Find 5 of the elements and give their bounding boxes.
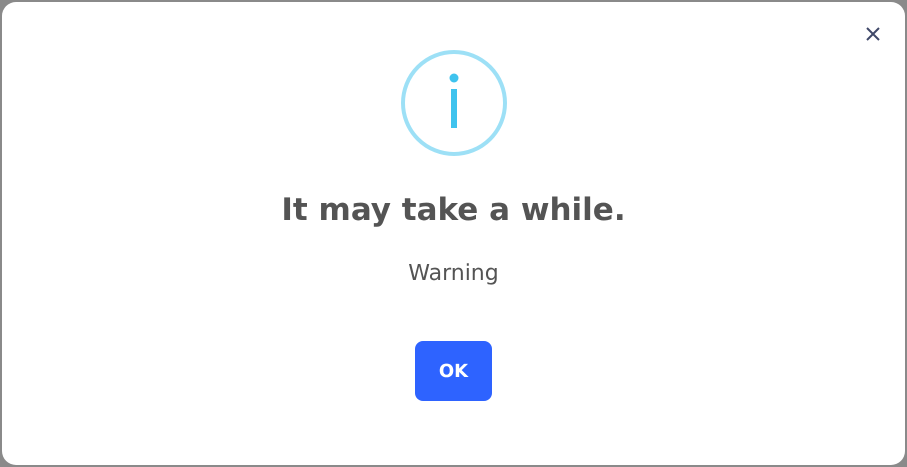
ok-button[interactable]: OK xyxy=(415,341,492,402)
dialog-message: Warning xyxy=(408,260,499,288)
dialog-title: It may take a while. xyxy=(281,192,626,230)
info-icon xyxy=(400,50,506,156)
close-icon xyxy=(865,26,881,42)
